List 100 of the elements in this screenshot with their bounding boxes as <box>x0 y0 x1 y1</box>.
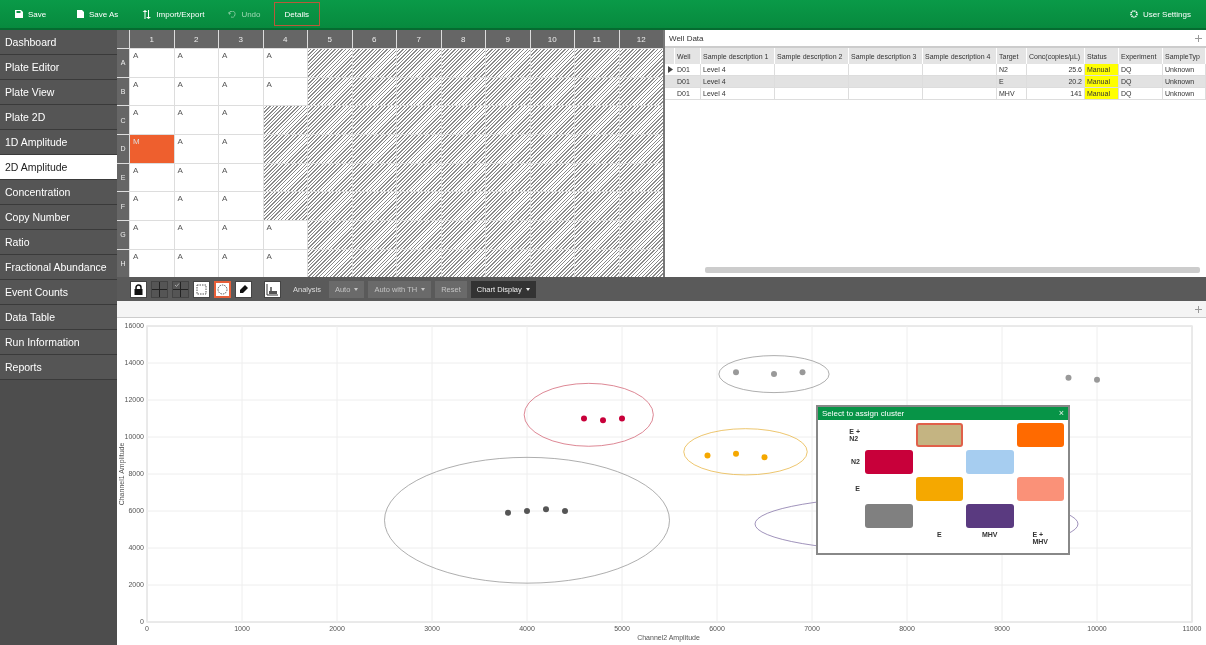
horizontal-scrollbar[interactable] <box>705 267 1200 274</box>
plate-well[interactable]: A <box>174 77 218 106</box>
lock-tool-button[interactable] <box>130 280 147 298</box>
plate-well[interactable]: A <box>263 221 307 249</box>
column-header: 11 <box>575 30 619 48</box>
plate-well[interactable]: A <box>263 77 307 106</box>
ellipse-select-icon <box>217 283 228 295</box>
sidebar-item[interactable]: Copy Number <box>0 205 117 230</box>
plate-well[interactable]: A <box>174 135 218 163</box>
data-point <box>704 452 711 459</box>
undo-icon <box>228 10 237 18</box>
data-point <box>581 415 587 422</box>
sidebar-item[interactable]: Ratio <box>0 230 117 255</box>
rect-tool-button[interactable] <box>193 280 210 298</box>
cluster-swatch[interactable] <box>1016 477 1064 501</box>
plate-well[interactable]: A <box>174 192 218 221</box>
column-header: 4 <box>263 30 307 48</box>
plate-well[interactable]: A <box>130 77 174 106</box>
cluster-swatch[interactable] <box>915 477 963 501</box>
ellipse-tool-button[interactable] <box>214 280 231 298</box>
sidebar-item[interactable]: Reports <box>0 355 117 380</box>
quad-check-tool-button[interactable] <box>172 280 189 298</box>
sidebar-item[interactable]: 2D Amplitude <box>0 155 117 180</box>
lock-icon <box>133 283 144 295</box>
plate-well[interactable]: A <box>174 221 218 249</box>
column-header: 9 <box>486 30 530 48</box>
cluster-swatch[interactable] <box>865 450 913 474</box>
column-header: 5 <box>308 30 352 48</box>
close-button[interactable]: × <box>1058 409 1064 418</box>
plate-well[interactable]: A <box>130 192 174 221</box>
plate-well[interactable]: A <box>130 163 174 192</box>
sidebar-item[interactable]: Plate Editor <box>0 55 117 80</box>
cluster-gate-ellipse[interactable] <box>523 382 654 447</box>
up-down-arrows-icon <box>142 9 152 19</box>
data-point <box>619 415 625 422</box>
plate-well[interactable]: A <box>174 163 218 192</box>
sidebar-item[interactable]: Fractional Abundance <box>0 255 117 280</box>
quadrant-grid-icon <box>173 281 188 297</box>
save-button[interactable]: Save <box>4 2 64 26</box>
plate-well[interactable]: A <box>219 192 263 221</box>
sidebar-item[interactable]: Plate View <box>0 80 117 105</box>
plate-well[interactable]: A <box>219 221 263 249</box>
data-point <box>562 508 568 514</box>
sidebar-item[interactable]: Plate 2D <box>0 105 117 130</box>
cluster-swatch[interactable] <box>966 504 1014 528</box>
plate-well[interactable]: A <box>263 249 307 278</box>
column-header: 3 <box>219 30 263 48</box>
histogram-tool-button[interactable] <box>264 280 281 298</box>
plate-well[interactable]: A <box>219 49 263 77</box>
user-settings-button[interactable]: User Settings <box>1118 2 1202 26</box>
sidebar-item[interactable]: Data Table <box>0 305 117 330</box>
plate-well[interactable]: A <box>130 49 174 77</box>
data-point <box>761 454 768 461</box>
cluster-swatch[interactable] <box>966 450 1014 474</box>
sidebar-item[interactable]: Concentration <box>0 180 117 205</box>
plate-well[interactable]: A <box>174 106 218 134</box>
data-point <box>733 450 739 457</box>
pen-tool-button[interactable] <box>235 280 252 298</box>
plate-well[interactable]: A <box>219 77 263 106</box>
column-header: 10 <box>530 30 574 48</box>
dialog-title: Select to assign cluster <box>822 409 905 418</box>
sidebar-item[interactable]: Dashboard <box>0 30 117 55</box>
plate-well[interactable]: A <box>219 135 263 163</box>
cluster-swatch[interactable] <box>915 423 963 447</box>
plate-well[interactable]: A <box>174 49 218 77</box>
data-point <box>1094 376 1100 383</box>
sidebar-item[interactable]: Run Information <box>0 330 117 355</box>
save-as-button[interactable]: Save As <box>66 2 130 26</box>
plate-well[interactable]: A <box>219 163 263 192</box>
sidebar-item[interactable]: 1D Amplitude <box>0 130 117 155</box>
data-point <box>799 369 806 376</box>
plus-icon[interactable] <box>1195 305 1202 313</box>
plate-corner <box>117 30 129 48</box>
plate-well[interactable]: A <box>130 249 174 278</box>
cluster-gate-ellipse[interactable] <box>718 355 830 393</box>
column-header: 1 <box>130 30 174 48</box>
sidebar-item[interactable]: Event Counts <box>0 280 117 305</box>
caret-icon <box>354 287 359 291</box>
plate-well[interactable]: A <box>130 106 174 134</box>
cluster-swatch[interactable] <box>865 504 913 528</box>
caret-icon <box>421 287 426 291</box>
column-header: 8 <box>441 30 485 48</box>
plate-well[interactable]: A <box>219 249 263 278</box>
column-header: 6 <box>352 30 396 48</box>
settings-icon <box>1129 10 1138 18</box>
plate-well[interactable]: A <box>263 49 307 77</box>
plate-well[interactable]: A <box>219 106 263 134</box>
data-point <box>524 508 530 514</box>
document-icon <box>77 10 84 18</box>
column-header: 2 <box>174 30 218 48</box>
plate-well[interactable]: A <box>130 221 174 249</box>
data-point <box>600 417 606 424</box>
data-point <box>543 506 549 513</box>
details-button[interactable]: Details <box>273 2 320 26</box>
plus-icon[interactable] <box>1195 34 1202 42</box>
caret-icon <box>525 287 530 291</box>
import-export-button[interactable]: Import/Export <box>131 2 216 26</box>
rectangle-select-icon <box>196 283 207 295</box>
cluster-swatch[interactable] <box>1016 423 1064 447</box>
plate-well[interactable]: A <box>174 249 218 278</box>
